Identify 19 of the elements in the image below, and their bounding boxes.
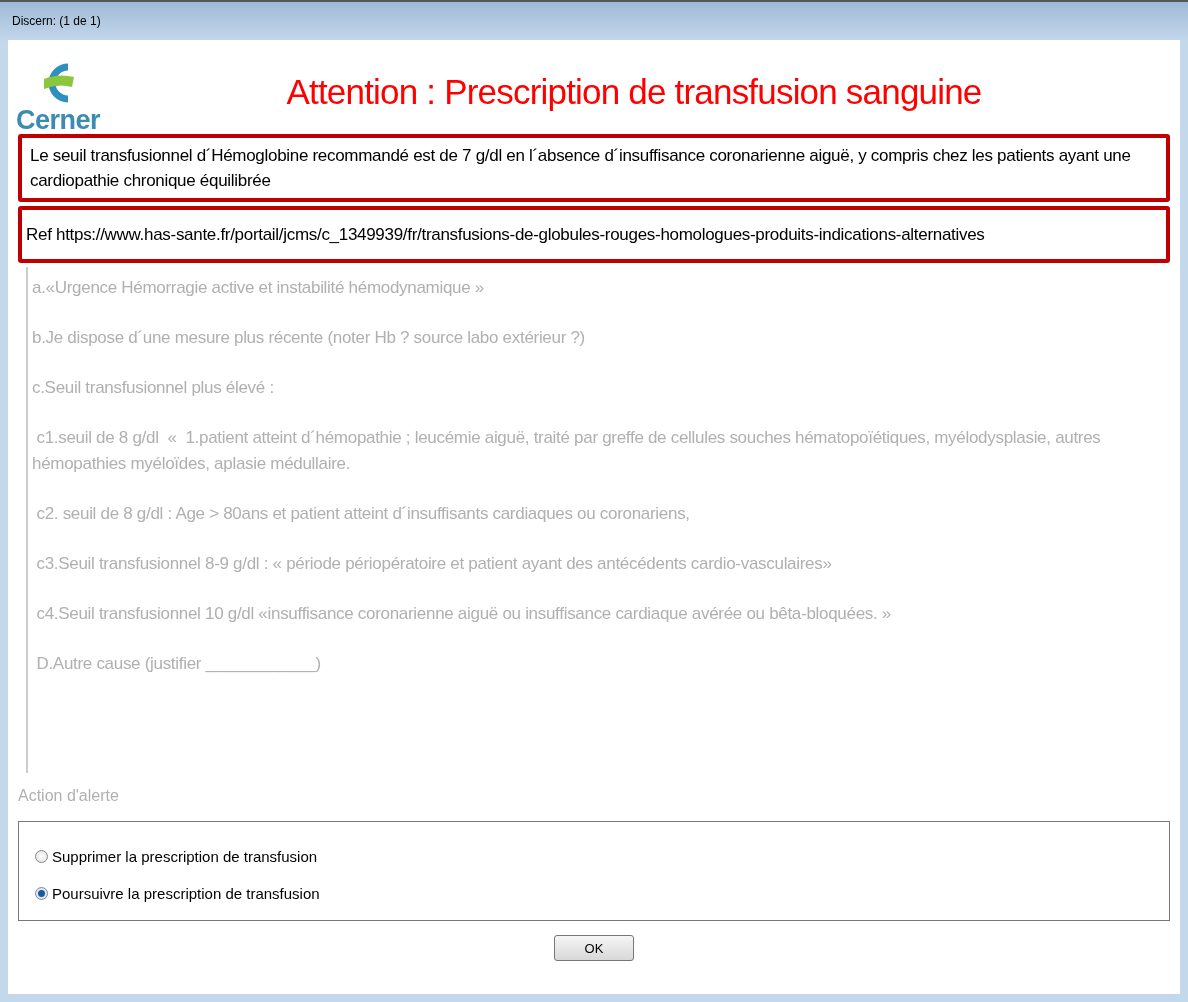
- radio-icon[interactable]: [35, 850, 48, 863]
- logo-text: Cerner: [16, 107, 101, 134]
- ok-button[interactable]: OK: [554, 935, 634, 961]
- criterion-text: D.Autre cause (justifier ____________): [35, 653, 322, 675]
- criterion-text: c.Seuil transfusionnel plus élevé :: [32, 377, 275, 399]
- reference-text: Ref https://www.has-sante.fr/portail/jcms/c_1349939/fr/transfusions-de-globules-rouges-homologues-produits-indications-alternatives: [18, 206, 1170, 263]
- criterion-text: a.«Urgence Hémorragie active et instabilité hémodynamique »: [32, 277, 485, 299]
- notice-text: Le seuil transfusionnel d´Hémoglobine recommandé est de 7 g/dl en l´absence d´insuffisance coronarienne aiguë, y compris chez les patients ayant une cardiopathie chronique équilibrée: [18, 134, 1170, 202]
- group-label: Action d'alerte: [18, 787, 120, 805]
- radio-option[interactable]: Supprimer la prescription de transfusion: [35, 848, 1153, 865]
- criterion-text: c3.Seuil transfusionnel 8-9 g/dl : « période périopératoire et patient ayant des antécédents cardio-vasculaires»: [35, 553, 833, 575]
- criterion-text: c1.seuil de 8 g/dl « 1.patient atteint d´hémopathie ; leucémie aiguë, traité par greffe de cellules souches hématopoïétiques, myélodysplasie, autres hémopathies myéloïdes, aplasie médullaire.: [32, 427, 1102, 475]
- criterion-text: c4.Seuil transfusionnel 10 g/dl «insuffisance coronarienne aiguë ou insuffisance cardiaque avérée ou bêta-bloquées. »: [35, 603, 892, 625]
- criterion-text: c2. seuil de 8 g/dl : Age > 80ans et patient atteint d´insuffisants cardiaques ou coronariens,: [35, 503, 691, 525]
- window-title: Discern: (1 de 1): [11, 13, 102, 30]
- criterion-text: b.Je dispose d´une mesure plus récente (noter Hb ? source labo extérieur ?): [32, 327, 586, 349]
- radio-option[interactable]: Poursuivre la prescription de transfusion: [35, 885, 1153, 902]
- alert-heading: Attention : Prescription de transfusion sanguine: [285, 72, 983, 112]
- radio-icon[interactable]: [35, 887, 48, 900]
